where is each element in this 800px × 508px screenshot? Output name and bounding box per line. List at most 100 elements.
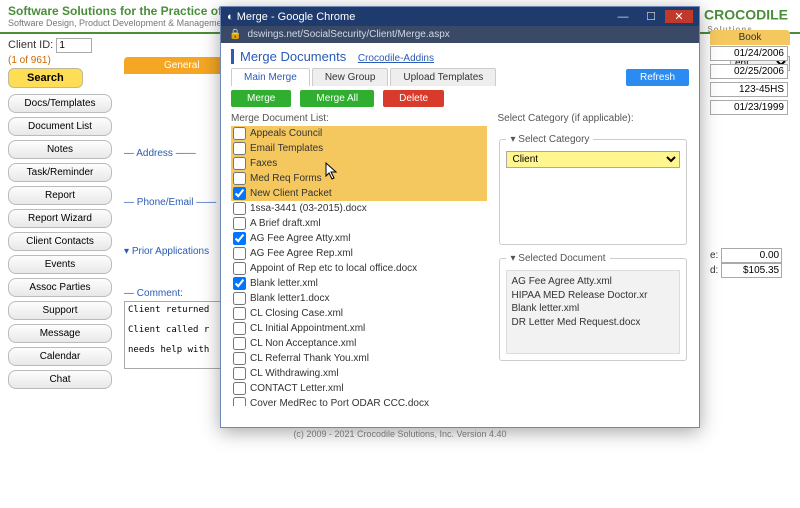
doc-item[interactable]: Email Templates <box>231 141 487 156</box>
doc-item[interactable]: AG Fee Agree Rep.xml <box>231 246 487 261</box>
doc-name: 1ssa-3441 (03-2015).docx <box>250 203 367 214</box>
selected-item[interactable]: AG Fee Agree Atty.xml <box>511 275 675 289</box>
doc-checkbox[interactable] <box>233 172 246 185</box>
doc-checkbox[interactable] <box>233 322 246 335</box>
doc-item[interactable]: Med Req Forms <box>231 171 487 186</box>
nav-report[interactable]: Report <box>8 186 112 205</box>
right-value-input[interactable] <box>710 64 788 79</box>
minimize-button[interactable]: — <box>609 11 637 23</box>
doc-checkbox[interactable] <box>233 202 246 215</box>
fee-e-input[interactable] <box>721 248 782 263</box>
doc-item[interactable]: Appeals Council <box>231 126 487 141</box>
nav-report-wizard[interactable]: Report Wizard <box>8 209 112 228</box>
doc-name: CONTACT Letter.xml <box>250 383 344 394</box>
doc-checkbox[interactable] <box>233 352 246 365</box>
doc-name: Med Req Forms <box>250 173 322 184</box>
modal-titlebar[interactable]: ◐ Merge - Google Chrome — ☐ ✕ <box>221 7 699 26</box>
doc-checkbox[interactable] <box>233 307 246 320</box>
nav-chat[interactable]: Chat <box>8 370 112 389</box>
doc-item[interactable]: CL Non Acceptance.xml <box>231 336 487 351</box>
selected-item[interactable]: HIPAA MED Release Doctor.xr <box>511 289 675 303</box>
doc-item[interactable]: AG Fee Agree Atty.xml <box>231 231 487 246</box>
search-button[interactable]: Search <box>8 68 83 88</box>
nav-support[interactable]: Support <box>8 301 112 320</box>
footer-text: (c) 2009 - 2021 Crocodile Solutions, Inc… <box>0 429 800 439</box>
doc-checkbox[interactable] <box>233 142 246 155</box>
doc-checkbox[interactable] <box>233 277 246 290</box>
doc-item[interactable]: Appoint of Rep etc to local office.docx <box>231 261 487 276</box>
category-label: Select Category (if applicable): <box>497 113 689 124</box>
nav-events[interactable]: Events <box>8 255 112 274</box>
merge-all-button[interactable]: Merge All <box>300 90 374 107</box>
selected-box: ▾ Selected Document AG Fee Agree Atty.xm… <box>499 253 687 361</box>
merge-button[interactable]: Merge <box>231 90 291 107</box>
category-select[interactable]: Client <box>506 151 680 168</box>
selected-item[interactable]: DR Letter Med Request.docx <box>511 316 675 330</box>
doc-checkbox[interactable] <box>233 382 246 395</box>
doc-name: Blank letter.xml <box>250 278 318 289</box>
doc-checkbox[interactable] <box>233 217 246 230</box>
fee-d-input[interactable] <box>721 263 782 278</box>
doc-item[interactable]: Blank letter.xml <box>231 276 487 291</box>
doc-name: CL Withdrawing.xml <box>250 368 339 379</box>
lock-icon: 🔒 <box>229 29 241 40</box>
fee-d-label: d: <box>710 265 718 276</box>
doc-checkbox[interactable] <box>233 337 246 350</box>
doc-checkbox[interactable] <box>233 367 246 380</box>
selected-list[interactable]: AG Fee Agree Atty.xmlHIPAA MED Release D… <box>506 270 680 354</box>
nav-message[interactable]: Message <box>8 324 112 343</box>
right-value-input[interactable] <box>710 46 788 61</box>
doc-item[interactable]: CL Closing Case.xml <box>231 306 487 321</box>
nav-calendar[interactable]: Calendar <box>8 347 112 366</box>
nav-assoc-parties[interactable]: Assoc Parties <box>8 278 112 297</box>
doc-checkbox[interactable] <box>233 187 246 200</box>
address-bar[interactable]: 🔒 dswings.net/SocialSecurity/Client/Merg… <box>221 26 699 43</box>
doc-item[interactable]: Blank letter1.docx <box>231 291 487 306</box>
doc-item[interactable]: CL Initial Appointment.xml <box>231 321 487 336</box>
refresh-button[interactable]: Refresh <box>626 69 689 86</box>
nav-document-list[interactable]: Document List <box>8 117 112 136</box>
doc-item[interactable]: CONTACT Letter.xml <box>231 381 487 396</box>
client-count: (1 of 961) <box>8 55 112 66</box>
nav-client-contacts[interactable]: Client Contacts <box>8 232 112 251</box>
url-text: dswings.net/SocialSecurity/Client/Merge.… <box>247 29 449 40</box>
doc-item[interactable]: Cover MedRec to Port ODAR CCC.docx <box>231 396 487 406</box>
maximize-button[interactable]: ☐ <box>637 10 665 23</box>
doc-item[interactable]: A Brief draft.xml <box>231 216 487 231</box>
nav-task-reminder[interactable]: Task/Reminder <box>8 163 112 182</box>
doc-name: Appeals Council <box>250 128 322 139</box>
fee-e-label: e: <box>710 250 718 261</box>
doc-checkbox[interactable] <box>233 247 246 260</box>
doc-item[interactable]: New Client Packet <box>231 186 487 201</box>
close-button[interactable]: ✕ <box>665 10 693 23</box>
category-box: ▾ Select Category Client <box>499 134 687 245</box>
doc-checkbox[interactable] <box>233 397 246 406</box>
modal-tab-upload-templates[interactable]: Upload Templates <box>390 68 496 86</box>
doc-name: AG Fee Agree Rep.xml <box>250 248 353 259</box>
right-value-input[interactable] <box>710 82 788 97</box>
doc-checkbox[interactable] <box>233 292 246 305</box>
selected-item[interactable]: Blank letter.xml <box>511 302 675 316</box>
modal-tab-new-group[interactable]: New Group <box>312 68 389 86</box>
doc-item[interactable]: CL Referral Thank You.xml <box>231 351 487 366</box>
doc-checkbox[interactable] <box>233 127 246 140</box>
right-value-input[interactable] <box>710 100 788 115</box>
doc-item[interactable]: CL Withdrawing.xml <box>231 366 487 381</box>
delete-button[interactable]: Delete <box>383 90 444 107</box>
nav-docs-templates[interactable]: Docs/Templates <box>8 94 112 113</box>
client-id-input[interactable] <box>56 38 92 53</box>
doc-item[interactable]: Faxes <box>231 156 487 171</box>
doc-name: AG Fee Agree Atty.xml <box>250 233 350 244</box>
nav-notes[interactable]: Notes <box>8 140 112 159</box>
chrome-icon: ◐ <box>227 11 234 23</box>
doc-name: Faxes <box>250 158 277 169</box>
doc-item[interactable]: 1ssa-3441 (03-2015).docx <box>231 201 487 216</box>
doc-checkbox[interactable] <box>233 157 246 170</box>
doc-checkbox[interactable] <box>233 262 246 275</box>
doc-checkbox[interactable] <box>233 232 246 245</box>
doc-name: Cover MedRec to Port ODAR CCC.docx <box>250 398 429 406</box>
document-list[interactable]: Appeals Council Email Templates Faxes Med R… <box>231 126 487 406</box>
merge-modal: ◐ Merge - Google Chrome — ☐ ✕ 🔒 dswings.… <box>220 6 700 428</box>
crocodile-addins-link[interactable]: Crocodile-Addins <box>358 53 434 64</box>
modal-tab-main-merge[interactable]: Main Merge <box>231 68 310 86</box>
